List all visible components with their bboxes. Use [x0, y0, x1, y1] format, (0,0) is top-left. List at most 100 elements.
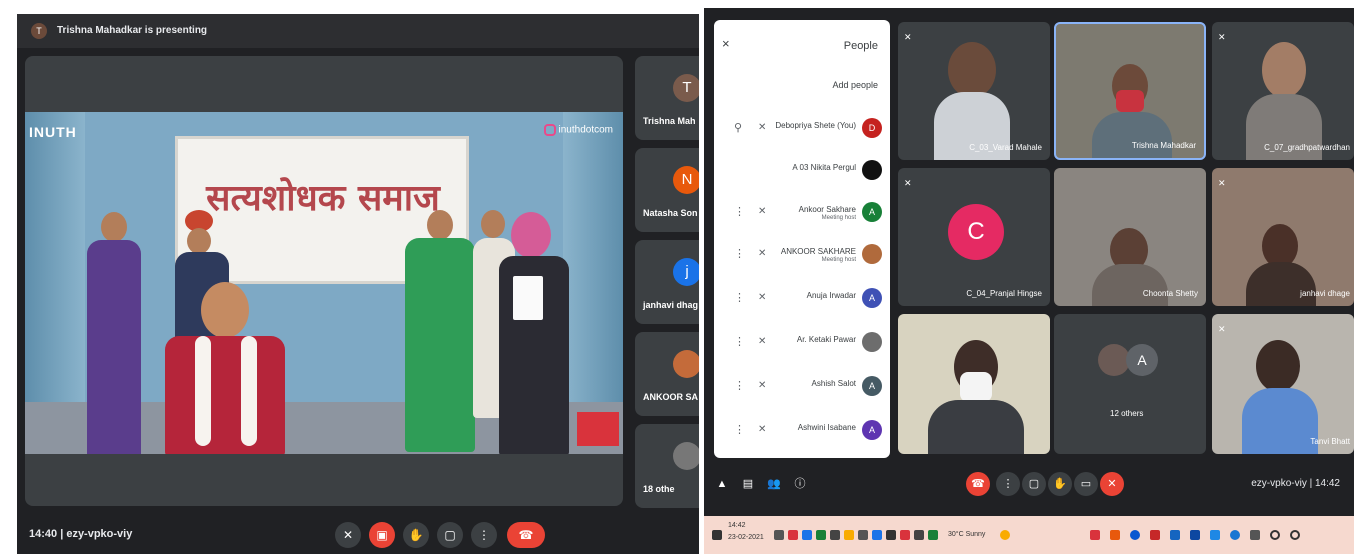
participant-row[interactable]: A Ashwini Isabane ✕ ⋮ [714, 414, 890, 448]
app-icon[interactable] [1110, 530, 1120, 540]
banner-text: सत्यशोधक समाज [206, 178, 440, 219]
participant-row[interactable]: Ar. Ketaki Pawar ✕ ⋮ [714, 326, 890, 360]
leave-call-button[interactable]: ☎ [507, 522, 545, 548]
more-vert-icon[interactable]: ⋮ [734, 335, 745, 348]
tray-icon[interactable] [802, 530, 812, 540]
more-vert-icon[interactable]: ⋮ [734, 291, 745, 304]
app-icon[interactable] [1190, 530, 1200, 540]
activities-button[interactable]: ▲ [710, 472, 734, 496]
instagram-text: inuthdotcom [558, 124, 613, 136]
leave-call-button[interactable]: ☎ [966, 472, 990, 496]
participant-avatar: D [862, 118, 882, 138]
present-button[interactable]: ▢ [437, 522, 463, 548]
participant-row[interactable]: ANKOOR SAKHARE Meeting host ✕ ⋮ [714, 238, 890, 272]
participant-row[interactable]: A Ankoor Sakhare Meeting host ✕ ⋮ [714, 196, 890, 230]
tray-icon[interactable] [914, 530, 924, 540]
captions-button[interactable]: ▭ [1074, 472, 1098, 496]
participant-row[interactable]: D Debopriya Shete (You) ✕ ⚲ [714, 112, 890, 146]
more-options-button[interactable]: ⋮ [471, 522, 497, 548]
side-tile-3-name: janhavi dhag [643, 300, 699, 310]
raise-hand-button[interactable]: ✋ [1048, 472, 1072, 496]
tray-icon[interactable] [830, 530, 840, 540]
chrome-icon[interactable] [1130, 530, 1140, 540]
more-options-button[interactable]: ⋮ [996, 472, 1020, 496]
side-tile-2[interactable]: N Natasha Son [635, 148, 699, 232]
video-tile[interactable]: Choonta Shetty [1054, 168, 1206, 306]
tray-icon[interactable] [844, 530, 854, 540]
close-icon[interactable]: × [722, 36, 730, 51]
mic-off-button[interactable]: ✕ [1100, 472, 1124, 496]
info-icon: ⓘ [794, 478, 806, 490]
tray-icon[interactable] [928, 530, 938, 540]
more-vert-icon[interactable]: ⋮ [734, 423, 745, 436]
more-vert-icon[interactable]: ⋮ [734, 379, 745, 392]
hand-icon: ✋ [408, 528, 424, 542]
app-icon[interactable] [1090, 530, 1100, 540]
raise-hand-button[interactable]: ✋ [403, 522, 429, 548]
video-tile[interactable]: C ✕ C_04_Pranjal Hingse [898, 168, 1050, 306]
captions-icon: ▭ [1080, 478, 1092, 490]
tray-icon[interactable] [858, 530, 868, 540]
side-tile-5[interactable]: 18 othe [635, 424, 699, 508]
video-tile-active[interactable]: Trishna Mahadkar [1054, 22, 1206, 160]
participant-avatar: A [862, 202, 882, 222]
more-vert-icon: ⋮ [1002, 478, 1014, 490]
video-tile[interactable] [898, 314, 1050, 454]
side-tile-4[interactable]: ANKOOR SA [635, 332, 699, 416]
red-signboard [577, 412, 619, 446]
edge-icon[interactable] [1230, 530, 1240, 540]
left-meet-window: T Trishna Mahadkar is presenting INUTH i… [17, 14, 699, 554]
chat-button[interactable]: ▤ [736, 472, 760, 496]
participant-avatar: A [862, 376, 882, 396]
app-icon[interactable] [1170, 530, 1180, 540]
task-view-icon[interactable] [1250, 530, 1260, 540]
phone-hangup-icon: ☎ [971, 478, 985, 490]
add-people-button[interactable]: Add people [832, 80, 878, 90]
side-tile-2-avatar: N [673, 166, 699, 194]
video-tile[interactable]: ✕ C_03_Varad Mahale [898, 22, 1050, 160]
video-tile[interactable]: ✕ janhavi dhage [1212, 168, 1354, 306]
chat-icon: ▤ [742, 478, 754, 490]
present-button[interactable]: ▢ [1022, 472, 1046, 496]
mic-off-icon: ✕ [1218, 324, 1226, 334]
info-button[interactable]: ⓘ [788, 472, 812, 496]
right-meeting-info: ezy-vpko-viy | 14:42 [1251, 478, 1340, 489]
right-meet-window: × People Add people D Debopriya Shete (Y… [704, 8, 1354, 554]
camera-off-button[interactable]: ▣ [369, 522, 395, 548]
tile-avatar: C [948, 204, 1004, 260]
tray-icon[interactable] [788, 530, 798, 540]
tray-icon[interactable] [816, 530, 826, 540]
video-tile-others[interactable]: A 12 others [1054, 314, 1206, 454]
tray-icon[interactable] [886, 530, 896, 540]
tray-icon[interactable] [900, 530, 910, 540]
more-vert-icon[interactable]: ⋮ [734, 205, 745, 218]
video-tile[interactable]: ✕ C_07_gradhpatwardhan [1212, 22, 1354, 160]
mic-off-icon: ✕ [1218, 32, 1226, 42]
participant-row[interactable]: A Anuja Irwadar ✕ ⋮ [714, 282, 890, 316]
side-tile-3[interactable]: j janhavi dhag [635, 240, 699, 324]
tray-icon[interactable] [774, 530, 784, 540]
side-tile-3-avatar: j [673, 258, 699, 286]
others-avatar: A [1126, 344, 1158, 376]
others-count: 12 others [1110, 409, 1144, 418]
store-icon[interactable] [1210, 530, 1220, 540]
more-vert-icon[interactable]: ⋮ [734, 247, 745, 260]
participant-avatar [862, 160, 882, 180]
mic-off-button[interactable]: ✕ [335, 522, 361, 548]
taskbar-time: 14:42 [728, 522, 746, 529]
search-icon[interactable] [1290, 530, 1300, 540]
participant-role: Meeting host [821, 215, 856, 221]
tray-icon[interactable] [872, 530, 882, 540]
pin-icon[interactable]: ⚲ [734, 121, 742, 134]
app-icon[interactable] [1150, 530, 1160, 540]
participant-row[interactable]: A 03 Nikita Pergul [714, 154, 890, 188]
participant-row[interactable]: A Ashish Salot ✕ ⋮ [714, 370, 890, 404]
windows-start-icon[interactable] [712, 530, 722, 540]
video-tile[interactable]: ✕ Tanvi Bhatt [1212, 314, 1354, 454]
people-button[interactable]: 👥 [762, 472, 786, 496]
side-tile-1[interactable]: T Trishna Mah [635, 56, 699, 140]
brand-logo: INUTH [29, 124, 77, 140]
cortana-icon[interactable] [1270, 530, 1280, 540]
participant-avatar: A [862, 288, 882, 308]
tile-name: C_04_Pranjal Hingse [966, 289, 1042, 298]
